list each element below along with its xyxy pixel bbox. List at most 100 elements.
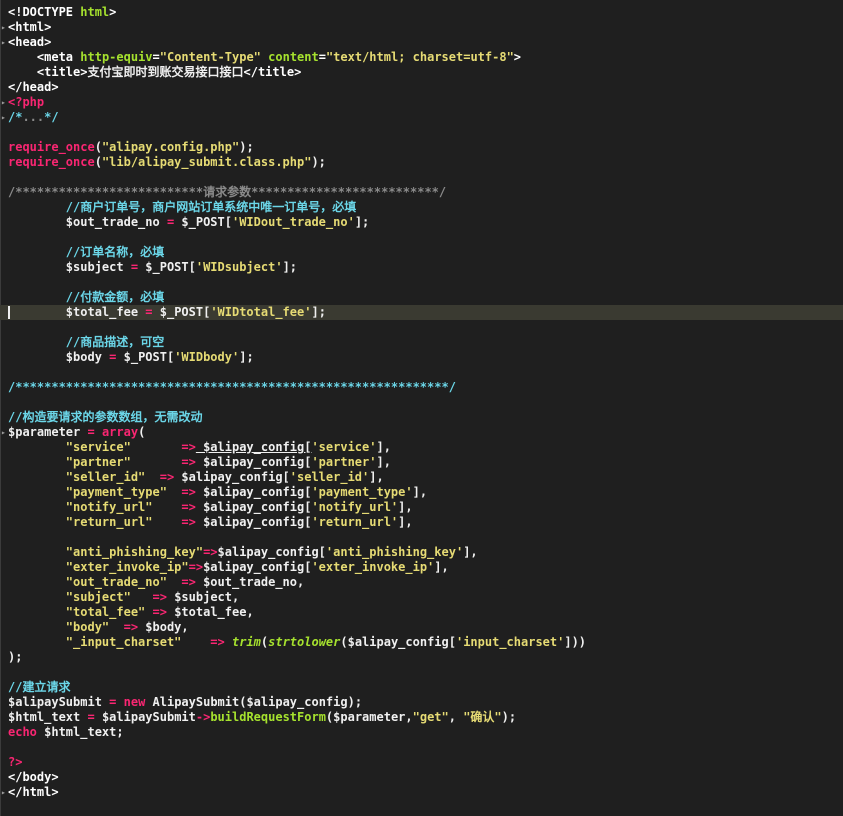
code-token: $alipaySubmit xyxy=(8,695,110,709)
code-line[interactable]: //构造要请求的参数数组，无需改动 xyxy=(0,410,843,425)
code-line[interactable] xyxy=(0,275,843,290)
code-token: "partner" xyxy=(65,455,131,469)
code-editor[interactable]: <!DOCTYPE html> ▸ <html> ▸ <head> <meta http… xyxy=(0,0,843,816)
fold-marker-icon[interactable]: ▸ xyxy=(1,785,7,800)
code-line[interactable] xyxy=(0,125,843,140)
code-line[interactable]: </body> xyxy=(0,770,843,785)
code-token: </title> xyxy=(243,65,302,79)
code-token: "lib/alipay_submit.class.php" xyxy=(101,155,312,169)
code-line[interactable] xyxy=(0,395,843,410)
code-token: = xyxy=(318,50,326,64)
code-line[interactable] xyxy=(0,740,843,755)
code-line[interactable]: "payment_type" => $alipay_config['paymen… xyxy=(0,485,843,500)
code-line[interactable]: <title>支付宝即时到账交易接口接口</title> xyxy=(0,65,843,80)
code-line[interactable] xyxy=(0,665,843,680)
code-line[interactable]: //建立请求 xyxy=(0,680,843,695)
code-token: ); xyxy=(239,140,254,154)
code-token: array xyxy=(101,425,139,439)
code-token: content xyxy=(268,50,319,64)
code-token: ], xyxy=(434,560,449,574)
code-area[interactable]: <!DOCTYPE html> ▸ <html> ▸ <head> <meta http… xyxy=(0,5,843,800)
code-token: => xyxy=(181,440,196,454)
fold-marker-icon[interactable]: ▸ xyxy=(1,20,7,35)
code-token: 'WIDtotal_fee' xyxy=(210,305,312,319)
fold-marker-icon[interactable]: ▸ xyxy=(1,425,7,440)
code-line[interactable]: $subject = $_POST['WIDsubject']; xyxy=(0,260,843,275)
code-line[interactable]: "partner" => $alipay_config['partner'], xyxy=(0,455,843,470)
code-line[interactable]: "_input_charset" => trim(strtolower($ali… xyxy=(0,635,843,650)
code-line[interactable]: ▸/*...*/ xyxy=(0,110,843,125)
code-line[interactable]: //商品描述，可空 xyxy=(0,335,843,350)
code-line[interactable]: ?> xyxy=(0,755,843,770)
code-line[interactable]: $out_trade_no = $_POST['WIDout_trade_no'… xyxy=(0,215,843,230)
code-line[interactable]: "body" => $body, xyxy=(0,620,843,635)
code-line[interactable] xyxy=(0,170,843,185)
code-token: 'WIDbody' xyxy=(174,350,240,364)
code-line[interactable]: "subject" => $subject, xyxy=(0,590,843,605)
code-line[interactable]: /***************************************… xyxy=(0,380,843,395)
code-token: "service" xyxy=(65,440,131,454)
code-line[interactable]: "out_trade_no" => $out_trade_no, xyxy=(0,575,843,590)
code-line[interactable]: "service" => $alipay_config['service'], xyxy=(0,440,843,455)
code-token: require_once xyxy=(8,155,95,169)
code-line[interactable]: ▸ <html> xyxy=(0,20,843,35)
code-line[interactable]: <meta http-equiv="Content-Type" content=… xyxy=(0,50,843,65)
code-line[interactable]: <!DOCTYPE html> xyxy=(0,5,843,20)
code-line[interactable]: ▸ </html> xyxy=(0,785,843,800)
code-token: $_POST[ xyxy=(138,260,196,274)
code-line[interactable]: //商户订单号，商户网站订单系统中唯一订单号，必填 xyxy=(0,200,843,215)
code-token: ], xyxy=(376,440,391,454)
code-token: $out_trade_no xyxy=(8,215,167,229)
code-line[interactable]: "exter_invoke_ip"=>$alipay_config['exter… xyxy=(0,560,843,575)
code-token: => xyxy=(203,545,218,559)
code-token: $body xyxy=(8,350,110,364)
fold-marker-icon[interactable]: ▸ xyxy=(1,95,7,110)
code-token: "alipay.config.php" xyxy=(101,140,240,154)
fold-marker-icon[interactable]: ▸ xyxy=(1,35,7,50)
code-line[interactable]: require_once("lib/alipay_submit.class.ph… xyxy=(0,155,843,170)
code-line[interactable]: $body = $_POST['WIDbody']; xyxy=(0,350,843,365)
code-line[interactable]: $alipaySubmit = new AlipaySubmit($alipay… xyxy=(0,695,843,710)
code-line[interactable] xyxy=(0,320,843,335)
code-token: ], xyxy=(376,455,391,469)
code-token: $alipay_config[ xyxy=(195,515,312,529)
code-token: 'anti_phishing_key' xyxy=(325,545,464,559)
code-line[interactable]: "seller_id" => $alipay_config['seller_id… xyxy=(0,470,843,485)
code-line[interactable]: ▸ $parameter = array( xyxy=(0,425,843,440)
code-line[interactable]: //付款金额，必填 xyxy=(0,290,843,305)
code-line[interactable]: $html_text = $alipaySubmit->buildRequest… xyxy=(0,710,843,725)
code-line[interactable]: ); xyxy=(0,650,843,665)
code-line[interactable]: require_once("alipay.config.php"); xyxy=(0,140,843,155)
code-line[interactable]: $total_fee = $_POST['WIDtotal_fee']; xyxy=(0,305,843,320)
code-line[interactable]: "anti_phishing_key"=>$alipay_config['ant… xyxy=(0,545,843,560)
code-line[interactable]: echo $html_text; xyxy=(0,725,843,740)
code-token: <!DOCTYPE xyxy=(8,5,81,19)
code-line[interactable]: "return_url" => $alipay_config['return_u… xyxy=(0,515,843,530)
code-line[interactable]: "total_fee" => $total_fee, xyxy=(0,605,843,620)
code-token: "_input_charset" xyxy=(65,635,182,649)
code-line[interactable]: /**************************请求参数*********… xyxy=(0,185,843,200)
code-token: ], xyxy=(412,485,428,499)
code-token: //商户订单号，商户网站订单系统中唯一订单号，必填 xyxy=(65,200,357,214)
code-line[interactable]: </head> xyxy=(0,80,843,95)
code-token: $total_fee xyxy=(8,305,146,319)
fold-marker-icon[interactable]: ▸ xyxy=(1,110,7,125)
code-line[interactable]: ▸ <head> xyxy=(0,35,843,50)
code-line[interactable] xyxy=(0,365,843,380)
code-line[interactable] xyxy=(0,230,843,245)
code-line[interactable]: "notify_url" => $alipay_config['notify_u… xyxy=(0,500,843,515)
code-line[interactable]: //订单名称，必填 xyxy=(0,245,843,260)
code-line[interactable] xyxy=(0,530,843,545)
code-token: => xyxy=(181,455,196,469)
code-token: AlipaySubmit($alipay_config); xyxy=(145,695,363,709)
code-token: trim xyxy=(231,635,261,649)
code-line[interactable]: ▸ <?php xyxy=(0,95,843,110)
